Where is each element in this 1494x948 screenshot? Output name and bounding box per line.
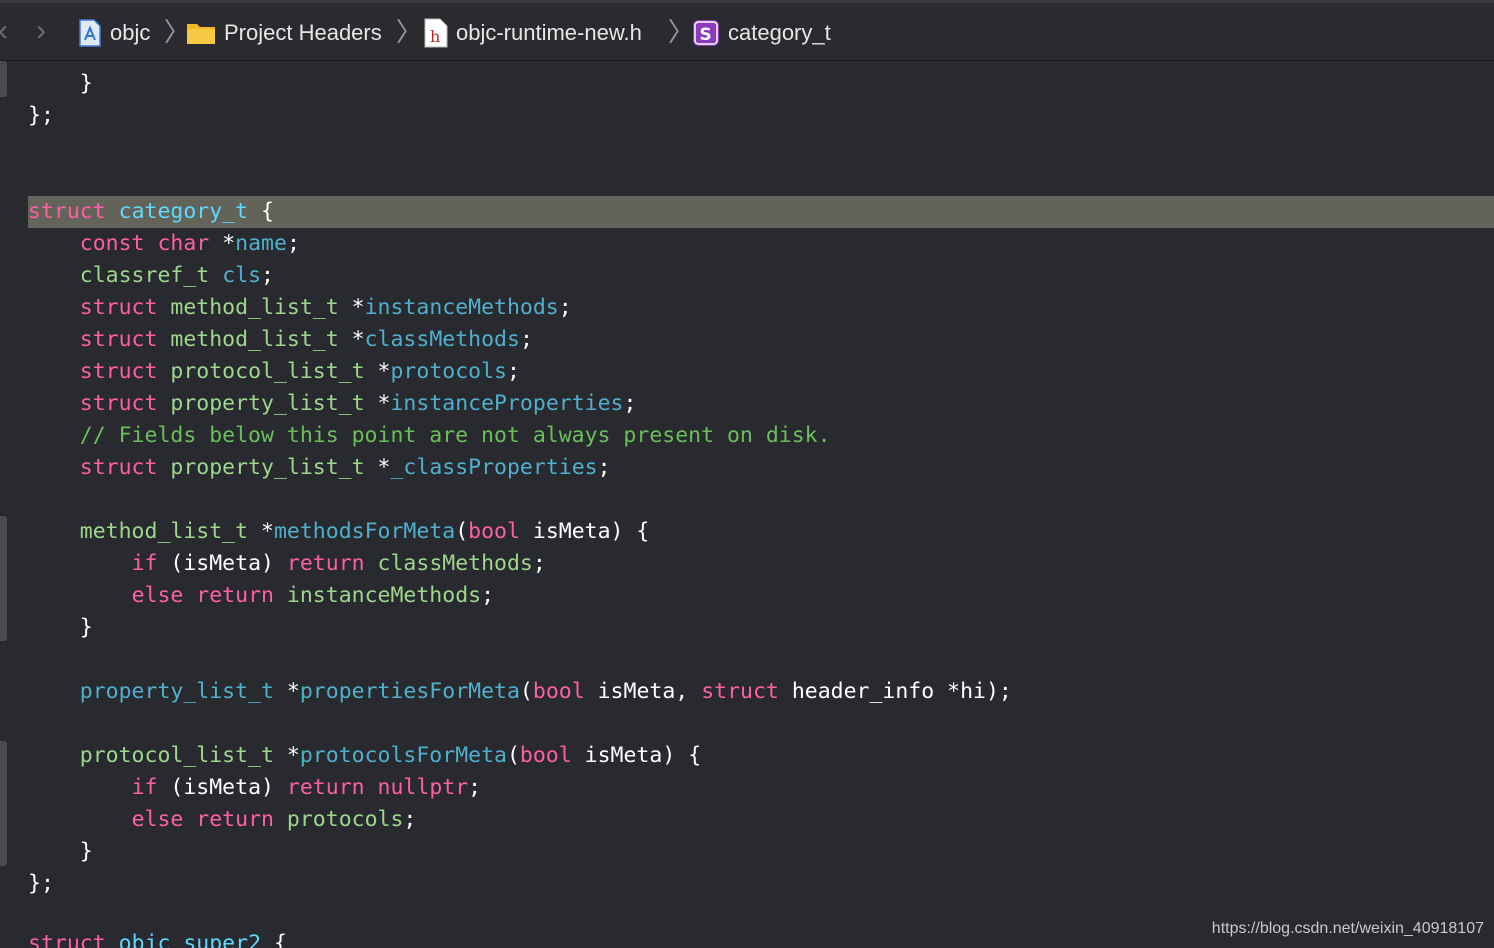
struct-symbol-icon: S [692,19,720,47]
breadcrumb-separator: 〉 [396,17,423,47]
breadcrumb-item-header-file[interactable]: h objc-runtime-new.h [424,15,642,51]
code-line: if (isMeta) return nullptr; [131,775,482,800]
forward-chevron-icon[interactable]: › [30,16,52,46]
code-line: } [79,615,93,640]
header-file-icon: h [424,18,448,48]
code-line: }; [28,103,54,128]
code-line: } [79,71,93,96]
breadcrumb-label: category_t [728,20,831,45]
code-line: struct method_list_t *classMethods; [79,327,533,352]
breadcrumb-label: objc [110,20,151,45]
code-line: protocol_list_t *protocolsForMeta(bool i… [79,743,702,768]
code-line: method_list_t *methodsForMeta(bool isMet… [79,519,650,544]
breadcrumb-label: Project Headers [224,20,382,45]
code-line: const char *name; [79,231,300,256]
jump-bar: ‹ › objc 〉 Project Headers 〉 h objc-run [0,0,1494,61]
code-comment: // Fields below this point are not alway… [79,423,831,448]
code-line-struct-decl: struct category_t { [28,199,274,224]
code-line: } [79,839,93,864]
breadcrumb-item-objc[interactable]: objc [78,15,150,51]
xcode-project-icon [78,19,102,47]
folder-icon [186,21,216,45]
code-line: struct property_list_t *instanceProperti… [79,391,637,416]
code-line: if (isMeta) return classMethods; [131,551,546,576]
code-line: else return protocols; [131,807,417,832]
code-line: else return instanceMethods; [131,583,495,608]
fold-ribbon[interactable] [0,741,7,866]
breadcrumb-separator: 〉 [668,17,695,47]
code-line: }; [28,871,54,896]
code-line: struct protocol_list_t *protocols; [79,359,520,384]
breadcrumb-label: objc-runtime-new.h [456,20,642,45]
code-line: classref_t cls; [79,263,274,288]
breadcrumb-item-project-headers[interactable]: Project Headers [186,15,382,51]
fold-ribbon[interactable] [0,61,7,97]
breadcrumb-item-category-t[interactable]: S category_t [692,15,831,51]
source-editor[interactable]: } }; struct category_t { const char *nam… [0,61,1494,948]
code-line: struct property_list_t *_classProperties… [79,455,611,480]
fold-ribbon[interactable] [0,516,7,641]
svg-text:h: h [430,27,440,46]
code-line: struct method_list_t *instanceMethods; [79,295,572,320]
back-chevron-icon[interactable]: ‹ [0,16,14,46]
code-line-partial: struct objc_super2 { [28,931,287,948]
svg-text:S: S [700,25,712,45]
code-line: property_list_t *propertiesForMeta(bool … [79,679,1012,704]
watermark: https://blog.csdn.net/weixin_40918107 [1211,920,1484,937]
